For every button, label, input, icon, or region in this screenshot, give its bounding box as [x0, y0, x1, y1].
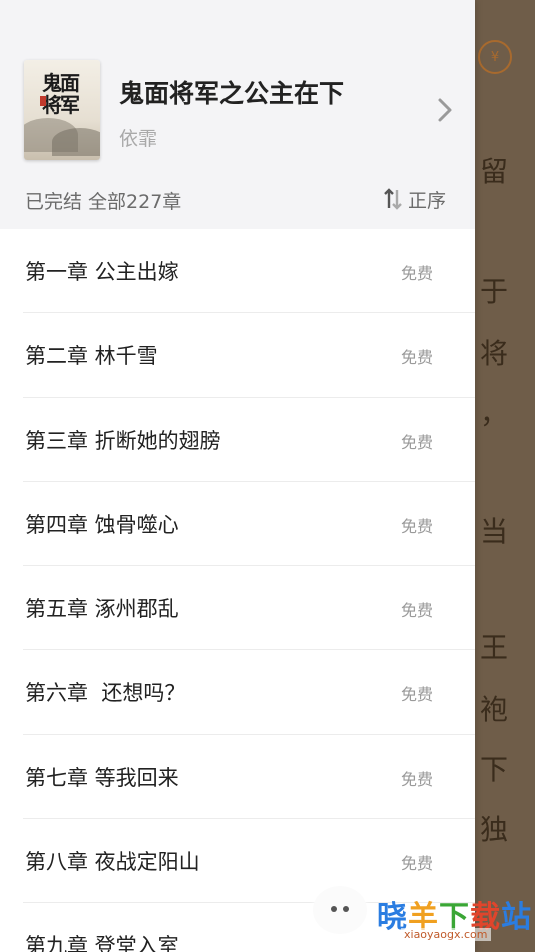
book-author: 依霏 [119, 128, 158, 150]
chevron-right-icon[interactable] [434, 96, 456, 124]
reader-text-char: 王 [479, 631, 508, 664]
free-tag: 免费 [401, 601, 434, 621]
sheep-logo-icon [313, 886, 367, 934]
chapter-item[interactable]: 第六章 还想吗？ 免费 [23, 650, 475, 735]
cover-title: 鬼面将军 [42, 71, 80, 117]
chapter-title: 第四章 蚀骨噬心 [25, 512, 179, 537]
chapter-title: 第六章 还想吗？ [25, 681, 186, 706]
reader-text-char: 独 [479, 813, 508, 846]
reader-text-char: 袍 [479, 693, 508, 726]
sort-toggle-button[interactable]: 正序 [384, 185, 446, 213]
chapter-title: 第七章 等我回来 [25, 765, 179, 790]
chapter-title: 第二章 林千雪 [25, 344, 158, 369]
reader-text-char: 下 [479, 753, 508, 786]
chapter-drawer: 鬼面将军 鬼面将军之公主在下 依霏 已完结 全部227章 正序 第一章 公主出嫁… [0, 0, 475, 952]
reader-text-char: 将 [479, 337, 508, 370]
free-tag: 免费 [401, 516, 434, 536]
watermark-subtext: xiaoyaogx.com [401, 928, 491, 941]
chapter-item[interactable]: 第三章 折断她的翅膀 免费 [23, 398, 475, 482]
sort-label: 正序 [408, 189, 447, 212]
chapter-title: 第九章 登堂入室 [25, 934, 179, 952]
reader-text-char: ， [479, 397, 508, 430]
free-tag: 免费 [401, 769, 434, 789]
cover-mountain [52, 128, 100, 156]
reader-text-char: 留 [479, 155, 508, 188]
chapter-item[interactable]: 第五章 涿州郡乱 免费 [23, 566, 475, 651]
book-status: 已完结 全部227章 [25, 191, 182, 213]
chapter-item[interactable]: 第四章 蚀骨噬心 免费 [23, 482, 475, 567]
free-tag: 免费 [401, 264, 434, 283]
cover-seal [40, 96, 46, 106]
chapter-item[interactable]: 第七章 等我回来 免费 [23, 735, 475, 820]
chapter-title: 第八章 夜战定阳山 [25, 850, 200, 875]
sort-arrows-icon [384, 188, 402, 210]
chapter-title: 第五章 涿州郡乱 [25, 597, 179, 622]
sheep-eye [331, 906, 337, 912]
free-tag: 免费 [401, 685, 434, 705]
chapter-item[interactable]: 第二章 林千雪 免费 [23, 313, 475, 398]
book-info-header[interactable]: 鬼面将军 鬼面将军之公主在下 依霏 已完结 全部227章 正序 [0, 0, 475, 229]
chapter-title: 第三章 折断她的翅膀 [25, 428, 221, 453]
free-tag: 免费 [401, 348, 434, 368]
free-tag: 免费 [401, 854, 434, 874]
reader-text-char: 于 [479, 275, 508, 308]
book-cover[interactable]: 鬼面将军 [24, 60, 100, 160]
chapter-list: 第一章 公主出嫁 免费 第二章 林千雪 免费 第三章 折断她的翅膀 免费 第四章… [0, 229, 475, 952]
chapter-title: 第一章 公主出嫁 [25, 260, 179, 284]
reader-text-char: 当 [479, 515, 508, 548]
site-watermark: 晓羊下载站 xiaoyaogx.com [305, 882, 535, 952]
watermark-char: 站 [501, 900, 532, 935]
coin-badge-icon[interactable]: ¥ [478, 40, 512, 74]
sheep-eye [343, 906, 349, 912]
book-title: 鬼面将军之公主在下 [119, 79, 345, 108]
free-tag: 免费 [401, 432, 434, 452]
chapter-item[interactable]: 第一章 公主出嫁 免费 [23, 229, 475, 314]
